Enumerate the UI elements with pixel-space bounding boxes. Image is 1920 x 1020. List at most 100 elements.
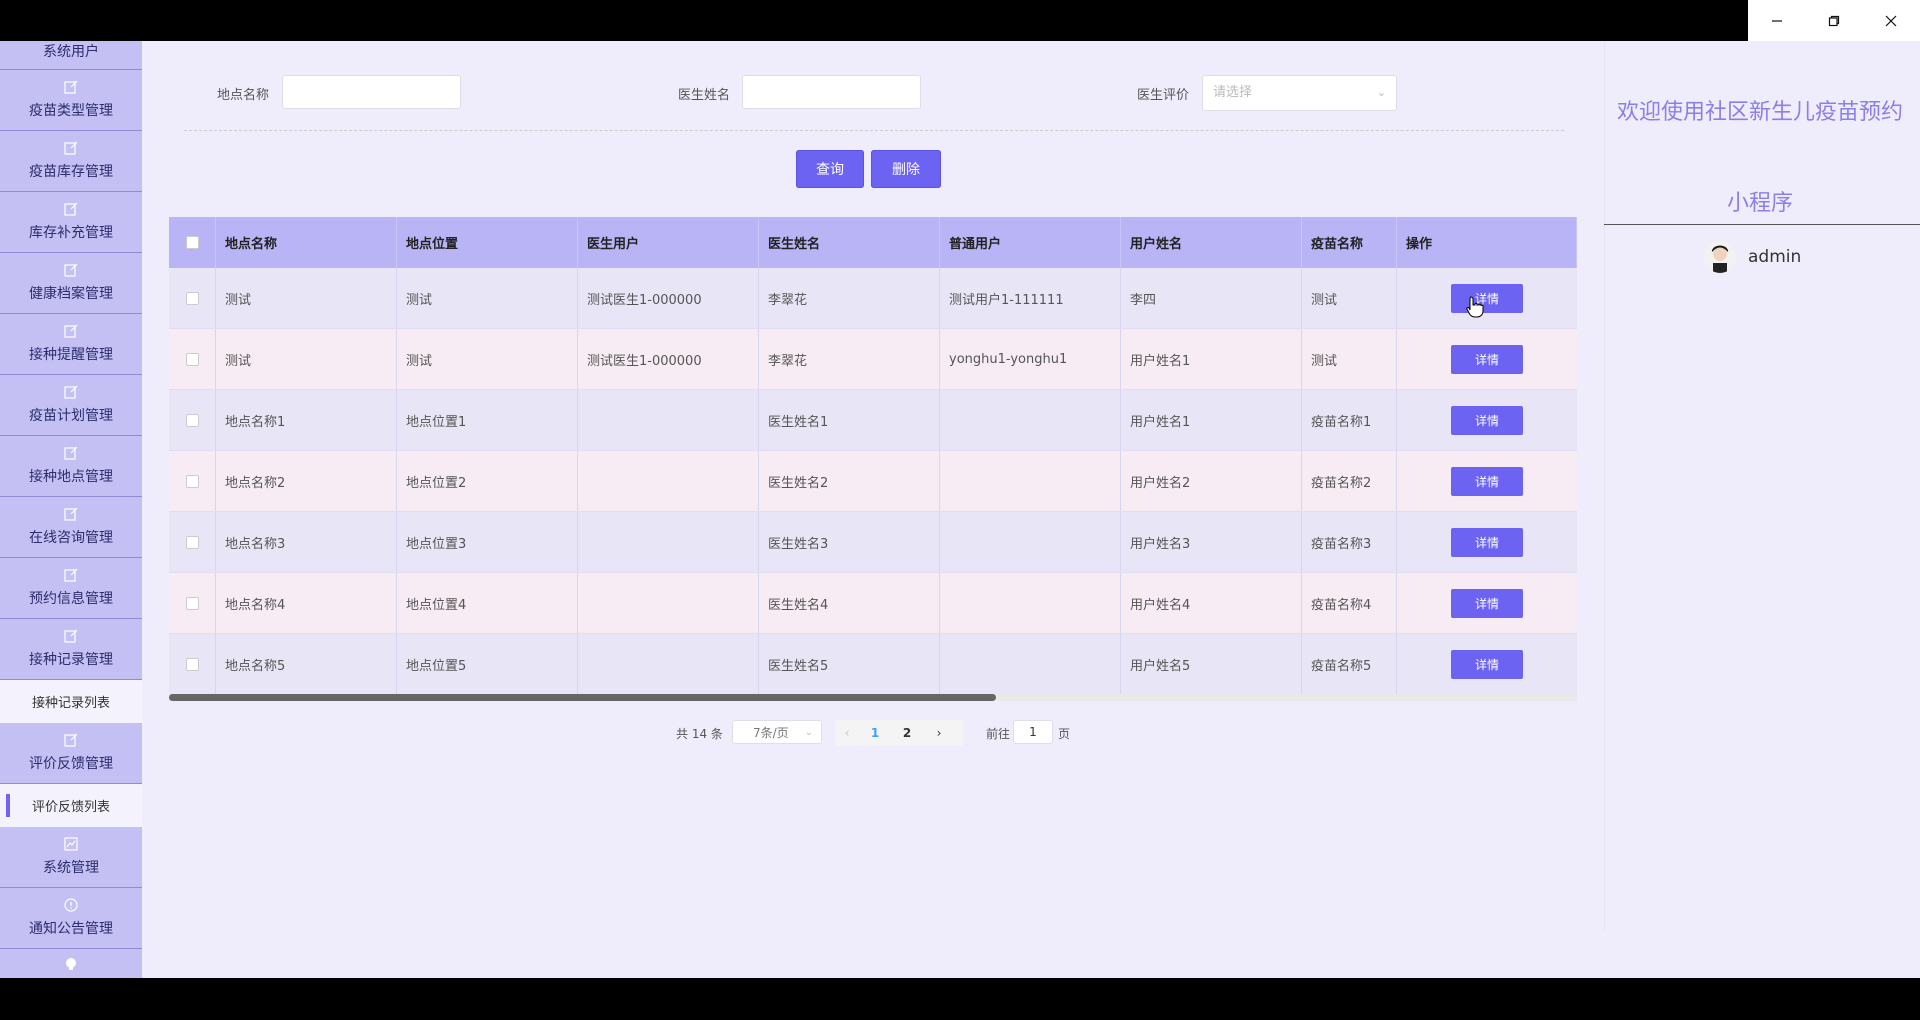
table-row[interactable]: 测试 测试 测试医生1-000000 李翠花 yonghu1-yonghu1 用户姓名1 测…: [169, 329, 1577, 390]
sidebar-item-label: 库存补充管理: [29, 225, 113, 241]
select-all-checkbox[interactable]: [169, 217, 216, 268]
edit-icon: [64, 141, 78, 155]
sidebar-item-more[interactable]: [0, 949, 142, 978]
rating-label: 医生评价: [1137, 88, 1190, 103]
cell-location: 地点名称1: [216, 390, 397, 450]
cell-position: 地点位置5: [397, 634, 578, 694]
next-page-icon[interactable]: ›: [923, 726, 955, 740]
goto-prefix: 前往: [986, 726, 1011, 741]
detail-button[interactable]: 详情: [1451, 649, 1523, 679]
edit-icon: [64, 629, 78, 643]
scrollbar-thumb[interactable]: [169, 694, 996, 701]
cell-position: 地点位置4: [397, 573, 578, 633]
table-row[interactable]: 测试 测试 测试医生1-000000 李翠花 测试用户1-111111 李四 测试 详情: [169, 268, 1577, 329]
row-checkbox[interactable]: [169, 512, 216, 572]
sidebar-item-system-users[interactable]: 系统用户: [0, 41, 142, 70]
cell-doctor-user: 测试医生1-000000: [578, 329, 759, 389]
cell-user-name: 李四: [1121, 268, 1302, 328]
sidebar-item-4[interactable]: 接种提醒管理: [0, 314, 142, 375]
cell-user: 测试用户1-111111: [940, 268, 1121, 328]
edit-icon: [64, 385, 78, 399]
goto-page-input[interactable]: 1: [1013, 720, 1053, 744]
sidebar-item-3[interactable]: 健康档案管理: [0, 253, 142, 314]
header-vaccine: 疫苗名称: [1302, 217, 1397, 268]
user-info[interactable]: admin: [1704, 241, 1801, 273]
detail-button[interactable]: 详情: [1451, 344, 1523, 374]
sidebar-item-feedback[interactable]: 评价反馈管理: [0, 723, 142, 784]
minimize-icon[interactable]: [1748, 0, 1805, 41]
sidebar-item-5[interactable]: 疫苗计划管理: [0, 375, 142, 436]
header-actions: 操作: [1397, 217, 1577, 268]
maximize-icon[interactable]: [1805, 0, 1862, 41]
detail-button[interactable]: 详情: [1451, 527, 1523, 557]
hand-cursor-icon: [1466, 296, 1484, 318]
header-panel: 欢迎使用社区新生儿疫苗预约小程序 admin: [1604, 41, 1920, 978]
detail-button[interactable]: 详情: [1451, 588, 1523, 618]
cell-location: 地点名称3: [216, 512, 397, 572]
main-content: 地点名称 医生姓名 医生评价 请选择 ⌄ 查询 删除 地点名称 地点位置 医生用…: [142, 41, 1604, 978]
detail-button[interactable]: 详情: [1451, 466, 1523, 496]
doctor-label: 医生姓名: [678, 88, 731, 103]
header-doctor-name: 医生姓名: [759, 217, 940, 268]
prev-page-icon[interactable]: ‹: [835, 726, 859, 740]
header-user: 普通用户: [940, 217, 1121, 268]
sidebar-item-6[interactable]: 接种地点管理: [0, 436, 142, 497]
sidebar: 系统用户 疫苗类型管理 疫苗库存管理库存补充管理健康档案管理接种提醒管理 疫苗计划管…: [0, 41, 142, 978]
table-row[interactable]: 地点名称3 地点位置3 医生姓名3 用户姓名3 疫苗名称3 详情: [169, 512, 1577, 573]
cell-doctor-name: 李翠花: [759, 268, 940, 328]
data-table: 地点名称 地点位置 医生用户 医生姓名 普通用户 用户姓名 疫苗名称 操作 测试…: [169, 217, 1577, 695]
row-checkbox[interactable]: [169, 329, 216, 389]
page-1[interactable]: 1: [859, 726, 891, 740]
sidebar-item-system[interactable]: 系统管理: [0, 827, 142, 888]
cell-vaccine: 疫苗名称5: [1302, 634, 1397, 694]
row-checkbox[interactable]: [169, 268, 216, 328]
sidebar-item-7[interactable]: 在线咨询管理: [0, 497, 142, 558]
header-doctor-user: 医生用户: [578, 217, 759, 268]
cell-doctor-user: [578, 390, 759, 450]
edit-icon: [64, 568, 78, 582]
detail-button[interactable]: 详情: [1451, 405, 1523, 435]
sidebar-item-label: 疫苗计划管理: [29, 408, 113, 424]
edit-icon: [64, 446, 78, 460]
header-position: 地点位置: [397, 217, 578, 268]
cell-user: [940, 634, 1121, 694]
cell-position: 地点位置2: [397, 451, 578, 511]
sidebar-item-1[interactable]: 疫苗库存管理: [0, 131, 142, 192]
sidebar-subitem-feedback-list[interactable]: 评价反馈列表: [0, 784, 142, 827]
sidebar-item-2[interactable]: 库存补充管理: [0, 192, 142, 253]
sidebar-item-8[interactable]: 预约信息管理: [0, 558, 142, 619]
cell-position: 测试: [397, 329, 578, 389]
page-2[interactable]: 2: [891, 726, 923, 740]
bulb-icon: [66, 958, 76, 970]
cell-user: yonghu1-yonghu1: [940, 329, 1121, 389]
doctor-input[interactable]: [742, 75, 921, 109]
query-button[interactable]: 查询: [796, 150, 864, 188]
horizontal-scrollbar[interactable]: [169, 694, 1577, 701]
table-row[interactable]: 地点名称4 地点位置4 医生姓名4 用户姓名4 疫苗名称4 详情: [169, 573, 1577, 634]
detail-button[interactable]: 详情: [1451, 283, 1523, 313]
sidebar-item-notice[interactable]: 通知公告管理: [0, 888, 142, 949]
cell-vaccine: 疫苗名称1: [1302, 390, 1397, 450]
close-icon[interactable]: [1863, 0, 1920, 41]
cell-user-name: 用户姓名4: [1121, 573, 1302, 633]
row-checkbox[interactable]: [169, 634, 216, 694]
delete-button[interactable]: 删除: [871, 150, 941, 188]
table-row[interactable]: 地点名称1 地点位置1 医生姓名1 用户姓名1 疫苗名称1 详情: [169, 390, 1577, 451]
sidebar-item-9[interactable]: 接种记录管理: [0, 619, 142, 680]
window-controls: [1748, 0, 1920, 41]
row-checkbox[interactable]: [169, 573, 216, 633]
sidebar-item-0[interactable]: 疫苗类型管理: [0, 70, 142, 131]
table-row[interactable]: 地点名称5 地点位置5 医生姓名5 用户姓名5 疫苗名称5 详情: [169, 634, 1577, 695]
page-size-select[interactable]: 7条/页 ⌄: [732, 720, 822, 744]
divider: [184, 130, 1564, 131]
row-checkbox[interactable]: [169, 451, 216, 511]
cell-vaccine: 疫苗名称3: [1302, 512, 1397, 572]
row-checkbox[interactable]: [169, 390, 216, 450]
rating-select[interactable]: 请选择 ⌄: [1202, 75, 1397, 111]
window-titlebar: [0, 0, 1920, 41]
sidebar-subitem-vaccination-records[interactable]: 接种记录列表: [0, 680, 142, 723]
cell-doctor-name: 医生姓名5: [759, 634, 940, 694]
location-input[interactable]: [282, 75, 461, 109]
sidebar-item-label: 接种提醒管理: [29, 347, 113, 363]
table-row[interactable]: 地点名称2 地点位置2 医生姓名2 用户姓名2 疫苗名称2 详情: [169, 451, 1577, 512]
